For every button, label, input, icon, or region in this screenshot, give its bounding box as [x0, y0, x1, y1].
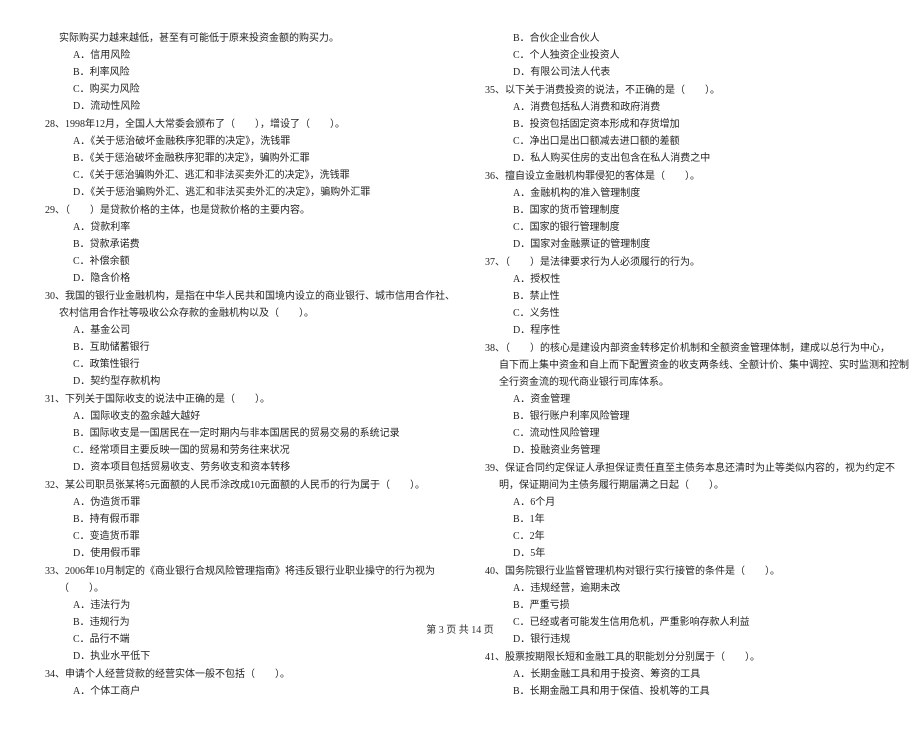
q29: 29、（ ）是贷款价格的主体，也是贷款价格的主要内容。: [45, 202, 455, 219]
q30-line2: 农村信用合作社等吸收公众存款的金融机构以及（ ）。: [45, 305, 455, 322]
q36: 36、擅自设立金融机构罪侵犯的客体是（ ）。: [485, 168, 909, 185]
intro-text: 实际购买力越来越低，甚至有可能低于原来投资金额的购买力。: [45, 30, 455, 47]
q34-b: B．合伙企业合伙人: [485, 30, 909, 47]
q30-d: D．契约型存款机构: [45, 373, 455, 390]
q31-b: B．国际收支是一国居民在一定时期内与非本国居民的贸易交易的系统记录: [45, 425, 455, 442]
q32-d: D．使用假币罪: [45, 545, 455, 562]
q36-a: A．金融机构的准入管理制度: [485, 185, 909, 202]
q38-b: B．银行账户利率风险管理: [485, 408, 909, 425]
q34-a: A．个体工商户: [45, 683, 455, 700]
q34-c: C．个人独资企业投资人: [485, 47, 909, 64]
q38-line2: 自下而上集中资金和自上而下配置资金的收支两条线、全额计价、集中调控、实时监测和控…: [485, 357, 909, 374]
q32-a: A．伪造货币罪: [45, 494, 455, 511]
q41-b: B．长期金融工具和用于保值、投机等的工具: [485, 683, 909, 700]
q30-line1: 30、我国的银行业金融机构，是指在中华人民共和国境内设立的商业银行、城市信用合作…: [45, 288, 455, 305]
q29-d: D．隐含价格: [45, 270, 455, 287]
q31-d: D．资本项目包括贸易收支、劳务收支和资本转移: [45, 459, 455, 476]
intro-opt-d: D．流动性风险: [45, 98, 455, 115]
q33-d: D．执业水平低下: [45, 648, 455, 665]
q39-a: A．6个月: [485, 494, 909, 511]
intro-opt-a: A．信用风险: [45, 47, 455, 64]
q37-a: A．授权性: [485, 271, 909, 288]
q39-d: D．5年: [485, 545, 909, 562]
q37: 37、（ ）是法律要求行为人必须履行的行为。: [485, 254, 909, 271]
q34: 34、申请个人经营贷款的经营实体一般不包括（ ）。: [45, 666, 455, 683]
q28-d: D．《关于惩治骗购外汇、逃汇和非法买卖外汇的决定》，骗购外汇罪: [45, 184, 455, 201]
intro-opt-c: C．购买力风险: [45, 81, 455, 98]
q28-c: C．《关于惩治骗购外汇、逃汇和非法买卖外汇的决定》，洗钱罪: [45, 167, 455, 184]
q40: 40、国务院银行业监督管理机构对银行实行接管的条件是（ ）。: [485, 563, 909, 580]
q33-line2: （ ）。: [45, 580, 455, 597]
q35-c: C．净出口是出口额减去进口额的差额: [485, 133, 909, 150]
q39-line1: 39、保证合同约定保证人承担保证责任直至主债务本息还清时为止等类似内容的，视为约…: [485, 460, 909, 477]
q28-b: B．《关于惩治破坏金融秩序犯罪的决定》，骗购外汇罪: [45, 150, 455, 167]
q38-a: A．资金管理: [485, 391, 909, 408]
q33-line1: 33、2006年10月制定的《商业银行合规风险管理指南》将违反银行业职业操守的行…: [45, 563, 455, 580]
q38-d: D．投融资业务管理: [485, 442, 909, 459]
q31: 31、下列关于国际收支的说法中正确的是（ ）。: [45, 391, 455, 408]
q30-b: B．互助储蓄银行: [45, 339, 455, 356]
q38-line3: 全行资金流的现代商业银行司库体系。: [485, 374, 909, 391]
q30-a: A．基金公司: [45, 322, 455, 339]
page-footer: 第 3 页 共 14 页: [0, 621, 920, 636]
q36-b: B．国家的货币管理制度: [485, 202, 909, 219]
q35: 35、以下关于消费投资的说法，不正确的是（ ）。: [485, 82, 909, 99]
intro-opt-b: B．利率风险: [45, 64, 455, 81]
q41-a: A．长期金融工具和用于投资、筹资的工具: [485, 666, 909, 683]
q39-b: B．1年: [485, 511, 909, 528]
q36-c: C．国家的银行管理制度: [485, 219, 909, 236]
q39-line2: 明，保证期间为主债务履行期届满之日起（ ）。: [485, 477, 909, 494]
q37-d: D．程序性: [485, 322, 909, 339]
q32-b: B．持有假币罪: [45, 511, 455, 528]
q29-b: B．贷款承诺费: [45, 236, 455, 253]
q36-d: D．国家对金融票证的管理制度: [485, 236, 909, 253]
q31-c: C．经常项目主要反映一国的贸易和劳务往来状况: [45, 442, 455, 459]
q38-line1: 38、（ ）的核心是建设内部资金转移定价机制和全额资金管理体制，建成以总行为中心…: [485, 340, 909, 357]
q35-d: D．私人购买住房的支出包含在私人消费之中: [485, 150, 909, 167]
q40-a: A．违规经营，逾期未改: [485, 580, 909, 597]
q32: 32、某公司职员张某将5元面额的人民币涂改成10元面额的人民币的行为属于（ ）。: [45, 477, 455, 494]
right-column: B．合伙企业合伙人 C．个人独资企业投资人 D．有限公司法人代表 35、以下关于…: [485, 30, 909, 700]
q28: 28、1998年12月，全国人大常委会颁布了（ ），增设了（ ）。: [45, 116, 455, 133]
q29-a: A．贷款利率: [45, 219, 455, 236]
q32-c: C．变造货币罪: [45, 528, 455, 545]
q37-c: C．义务性: [485, 305, 909, 322]
q35-b: B．投资包括固定资本形成和存货增加: [485, 116, 909, 133]
q28-a: A．《关于惩治破坏金融秩序犯罪的决定》，洗钱罪: [45, 133, 455, 150]
left-column: 实际购买力越来越低，甚至有可能低于原来投资金额的购买力。 A．信用风险 B．利率…: [45, 30, 455, 700]
q31-a: A．国际收支的盈余越大越好: [45, 408, 455, 425]
q41: 41、股票按期限长短和金融工具的职能划分分别属于（ ）。: [485, 649, 909, 666]
q35-a: A．消费包括私人消费和政府消费: [485, 99, 909, 116]
q39-c: C．2年: [485, 528, 909, 545]
q34-d: D．有限公司法人代表: [485, 64, 909, 81]
q29-c: C．补偿余额: [45, 253, 455, 270]
q40-b: B．严重亏损: [485, 597, 909, 614]
q30-c: C．政策性银行: [45, 356, 455, 373]
q37-b: B．禁止性: [485, 288, 909, 305]
q38-c: C．流动性风险管理: [485, 425, 909, 442]
q33-a: A．违法行为: [45, 597, 455, 614]
